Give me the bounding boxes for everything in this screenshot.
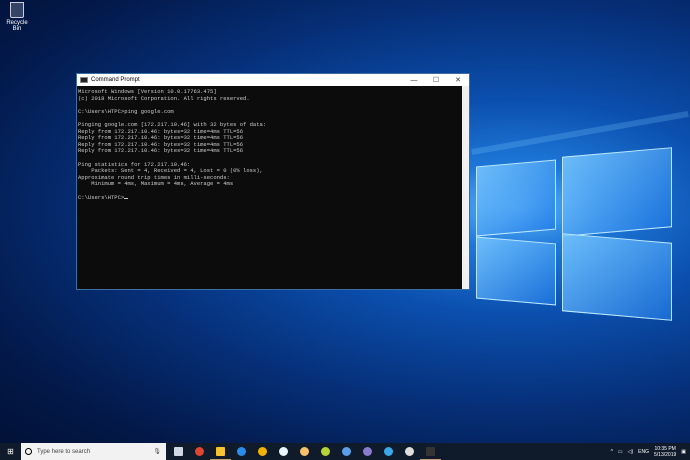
recycle-bin[interactable]: Recycle Bin	[2, 2, 32, 32]
taskbar-command-prompt[interactable]	[420, 443, 441, 460]
app-blue-icon	[237, 447, 246, 456]
windows-logo-pane	[476, 236, 556, 306]
start-button[interactable]: ⊞	[0, 443, 21, 460]
microphone-icon[interactable]: 🎙	[153, 448, 161, 455]
taskbar-task-view[interactable]	[168, 443, 189, 460]
text-cursor	[124, 197, 129, 199]
volume-icon[interactable]: ◁)	[628, 449, 634, 455]
title-bar[interactable]: Command Prompt — ☐ ✕	[77, 74, 469, 86]
date: 5/13/2019	[654, 451, 677, 458]
task-view-icon	[174, 447, 183, 456]
chrome-icon	[195, 447, 204, 456]
window-title: Command Prompt	[91, 77, 140, 83]
windows-logo-pane	[562, 233, 672, 321]
minimize-button[interactable]: —	[403, 77, 425, 84]
cmd-icon	[80, 77, 88, 83]
taskbar-app-drop[interactable]	[336, 443, 357, 460]
app-drop-icon	[342, 447, 351, 456]
close-button[interactable]: ✕	[447, 76, 469, 84]
scrollbar[interactable]	[462, 86, 469, 289]
command-prompt-window[interactable]: Command Prompt — ☐ ✕ Microsoft Windows […	[76, 73, 470, 290]
windows-logo-pane	[562, 147, 672, 237]
console-prompt-line: C:\Users\HTPC>	[78, 193, 468, 202]
search-placeholder: Type here to search	[37, 448, 91, 455]
time: 10:35 PM	[654, 445, 676, 452]
console-line: C:\Users\HTPC>ping google.com	[78, 107, 174, 115]
clock[interactable]: 10:35 PM 5/13/2019	[654, 446, 676, 458]
taskbar-app-purple[interactable]	[357, 443, 378, 460]
app-kodi-icon	[384, 447, 393, 456]
console-line: Minimum = 4ms, Maximum = 4ms, Average = …	[78, 180, 234, 188]
taskbar: ⊞ Type here to search 🎙 ^ ▭ ◁) ENG 10:35…	[0, 443, 690, 460]
app-lifebuoy-icon	[279, 447, 288, 456]
taskbar-app-blue[interactable]	[231, 443, 252, 460]
app-lifebuoy-orange-icon	[300, 447, 309, 456]
taskbar-chrome[interactable]	[189, 443, 210, 460]
command-prompt-icon	[426, 446, 435, 456]
app-green-icon	[321, 447, 330, 456]
console-output[interactable]: Microsoft Windows [Version 10.0.17763.47…	[77, 86, 469, 204]
network-icon[interactable]: ▭	[618, 449, 623, 455]
maximize-button[interactable]: ☐	[425, 76, 447, 84]
taskbar-app-green[interactable]	[315, 443, 336, 460]
file-explorer-icon	[216, 446, 225, 456]
console-line: (c) 2018 Microsoft Corporation. All righ…	[78, 94, 250, 102]
taskbar-app-download[interactable]	[399, 443, 420, 460]
taskbar-app-lifebuoy[interactable]	[273, 443, 294, 460]
recycle-bin-icon	[10, 2, 24, 18]
taskbar-app-kodi[interactable]	[378, 443, 399, 460]
language-indicator[interactable]: ENG	[638, 449, 649, 455]
console-line: Reply from 172.217.10.46: bytes=32 time=…	[78, 147, 244, 155]
recycle-bin-label: Recycle Bin	[6, 20, 28, 32]
taskbar-app-yellow[interactable]	[252, 443, 273, 460]
taskbar-app-lifebuoy-orange[interactable]	[294, 443, 315, 460]
app-purple-icon	[363, 447, 372, 456]
chevron-up-icon[interactable]: ^	[611, 449, 613, 455]
taskbar-file-explorer[interactable]	[210, 443, 231, 460]
prompt: C:\Users\HTPC>	[78, 193, 125, 201]
windows-icon: ⊞	[7, 447, 14, 456]
windows-logo-pane	[476, 159, 556, 237]
app-download-icon	[405, 447, 414, 456]
search-box[interactable]: Type here to search 🎙	[21, 443, 166, 460]
cortana-icon	[25, 448, 32, 455]
system-tray: ^ ▭ ◁) ENG 10:35 PM 5/13/2019 ▣	[611, 446, 690, 458]
notification-icon[interactable]: ▣	[681, 449, 686, 455]
app-yellow-icon	[258, 447, 267, 456]
